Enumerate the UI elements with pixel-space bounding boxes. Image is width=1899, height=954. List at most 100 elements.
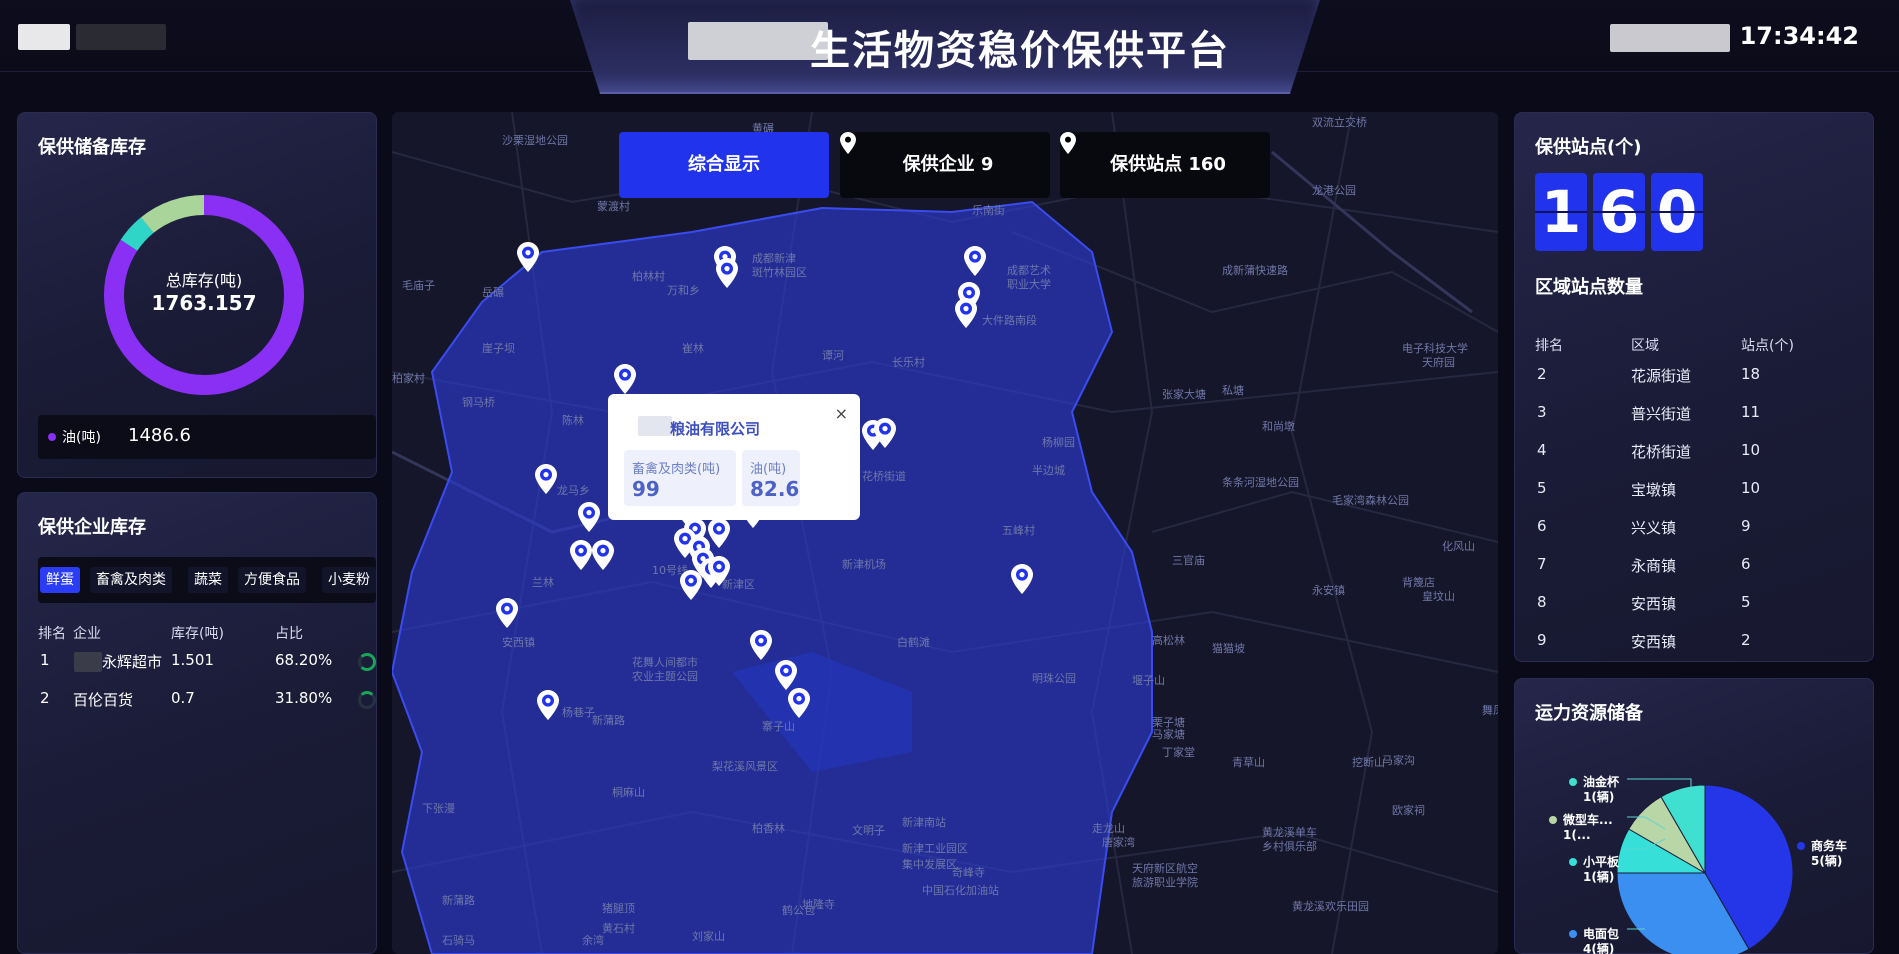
redacted-left-badge [18,24,70,50]
map-pin-icon[interactable] [1011,564,1033,594]
map-place-label: 舞凤 [1482,704,1498,717]
map-pin-icon[interactable] [592,540,614,570]
map-pin-icon[interactable] [874,418,896,448]
col-rank: 排名 [38,626,66,642]
pie-label: 油金杯 1(辆) [1569,775,1619,805]
inventory-panel-title: 保供储备库存 [38,137,146,158]
row-stock: 1.501 [171,651,214,669]
tab-flour[interactable]: 小麦粉 [322,567,376,593]
redacted-left-badge-2 [76,24,166,50]
row-rank: 7 [1537,555,1547,573]
row-count: 2 [1741,631,1751,649]
row-rank: 6 [1537,517,1547,535]
station-filter-button[interactable]: 保供站点 160 [1060,132,1270,198]
map-place-label: 和尚墩 [1262,420,1295,433]
map-place-label: 寨子山 [762,720,795,733]
redacted-date [1610,24,1730,52]
card-label: 畜禽及肉类(吨) [632,462,721,477]
row-ratio: 68.20% [275,651,333,669]
map-pin-icon[interactable] [578,502,600,532]
map-pin-icon[interactable] [517,242,539,272]
ratio-ring-icon [358,691,376,709]
inventory-donut-chart: 总库存(吨) 1763.157 [94,185,314,405]
map-place-label: 丁家堂 [1162,746,1195,759]
row-rank: 2 [40,689,50,707]
map-pin-icon[interactable] [788,688,810,718]
map-pin-icon[interactable] [614,364,636,394]
map-place-label: 沙栗湿地公园 [502,134,568,147]
enterprise-panel-title: 保供企业库存 [38,517,146,538]
row-count: 9 [1741,517,1751,535]
inventory-panel: 保供储备库存 总库存(吨) 1763.157 油(吨) 1486.6 [17,112,377,478]
pie-label: 电面包 4(辆) [1569,927,1619,954]
map-pin-icon[interactable] [750,630,772,660]
map-place-label: 梨花溪风景区 [712,760,778,773]
row-rank: 1 [40,651,50,669]
donut-slice[interactable] [140,195,205,234]
map-place-label: 柏香林 [752,822,785,835]
map-place-label: 余湾 [582,934,604,947]
tab-vegetables[interactable]: 蔬菜 [188,567,228,593]
map-pin-icon[interactable] [570,540,592,570]
enterprise-panel: 保供企业库存 鲜蛋 畜禽及肉类 蔬菜 方便食品 小麦粉 排名 企业 库存(吨) … [17,492,377,954]
donut-legend[interactable]: 油(吨) 1486.6 [38,415,376,459]
card-label: 油(吨) [750,462,787,477]
map-place-label: 张家大塘 [1162,388,1206,401]
map-pin-icon[interactable] [537,690,559,720]
redacted-name-prefix [74,652,102,672]
combined-display-button[interactable]: 综合显示 [619,132,829,198]
row-area: 永商镇 [1631,557,1677,575]
map-pin-icon[interactable] [716,258,738,288]
close-icon[interactable]: × [835,404,848,423]
map-place-label: 钢马桥 [462,396,495,409]
tab-eggs[interactable]: 鲜蛋 [40,567,80,593]
map-place-label: 黄龙溪欢乐田园 [1292,900,1369,913]
popup-title: 粮油有限公司 [670,420,761,438]
pie-label: 小平板 1(辆) [1569,855,1619,885]
map-place-label: 蒙渡村 [597,200,630,213]
donut-center-label: 总库存(吨) [165,271,243,290]
map-pin-icon[interactable] [496,598,518,628]
map-place-label: 白鹤滩 [897,636,930,649]
row-count: 10 [1741,479,1761,497]
table-row[interactable]: 1 永辉超市 1.501 68.20% [38,651,376,675]
row-stock: 0.7 [171,689,195,707]
map-pin-icon[interactable] [775,660,797,690]
map-place-label: 崖子坝 [482,342,515,355]
popup-card-meat: 畜禽及肉类(吨) 99 [624,450,736,506]
map-place-label: 新蒲路 [442,894,475,907]
map-pin-icon[interactable] [708,556,730,586]
map-place-label: 马家沟 [1382,754,1415,767]
donut-slice[interactable] [120,217,154,252]
map-pin-icon[interactable] [955,298,977,328]
tab-instant-food[interactable]: 方便食品 [238,567,306,593]
map-pin-icon[interactable] [680,570,702,600]
card-value: 82.6 [750,477,800,501]
map-place-label: 猫猫坡 [1212,642,1245,655]
transport-panel: 运力资源储备 商务车 5(辆) 电面包 4(辆) 小平板 1(辆) 微型车... 1(... 油… [1514,678,1874,954]
map-place-label: 新津南站 [902,816,946,829]
map-pin-icon[interactable] [535,464,557,494]
map-place-label: 石骑马 [442,934,475,947]
map-place-label: 文明子 [852,824,885,837]
table-row[interactable]: 2 百伦百货 0.7 31.80% [38,689,376,713]
map-place-label: 唐家湾 [1102,836,1135,849]
row-area: 花桥街道 [1631,443,1692,461]
station-count-digit: 0 [1651,173,1703,251]
col-area: 区域 [1631,338,1659,354]
map-pin-icon[interactable] [964,246,986,276]
map-view[interactable]: 沙栗湿地公园 黄碾 双流立交桥 蒙渡村 成都新津 斑竹林园区 柏林村 万和乡 乐南街 成都艺术 职业… [392,112,1498,954]
area-stations-title: 区域站点数量 [1535,277,1643,298]
enterprise-filter-button[interactable]: 保供企业 9 [840,132,1050,198]
map-place-label: 新蒲路 [592,714,625,727]
row-area: 普兴街道 [1631,405,1692,423]
tab-meat[interactable]: 畜禽及肉类 [90,567,172,593]
map-place-label: 毛庙子 [402,279,435,292]
map-pin-icon[interactable] [708,518,730,548]
row-area: 兴义镇 [1631,519,1677,537]
row-name: 百伦百货 [73,691,134,709]
row-area: 安西镇 [1631,633,1677,651]
map-place-label: 龙港公园 [1312,184,1356,197]
pie-label: 商务车 5(辆) [1797,839,1847,869]
map-place-label: 青草山 [1232,756,1265,769]
